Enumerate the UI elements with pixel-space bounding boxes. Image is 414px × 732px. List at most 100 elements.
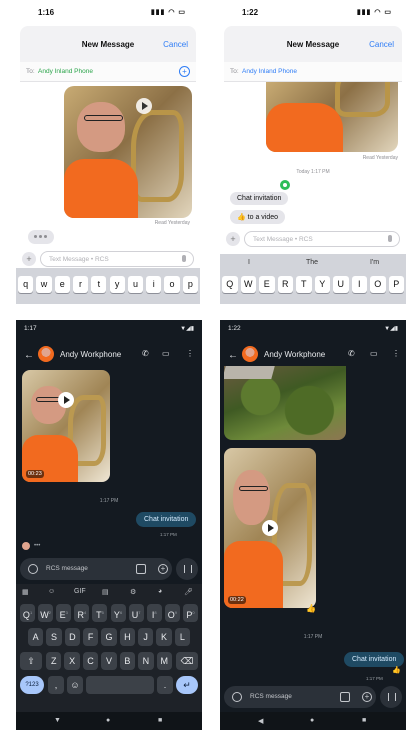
comma-key[interactable]: , bbox=[48, 676, 64, 694]
key-x[interactable]: X bbox=[64, 652, 80, 670]
add-attachment-icon[interactable]: + bbox=[158, 564, 168, 574]
key-v[interactable]: V bbox=[101, 652, 117, 670]
more-options-icon[interactable]: ⋮ bbox=[392, 349, 400, 358]
key-t[interactable]: T bbox=[296, 276, 312, 293]
key-u[interactable]: u bbox=[127, 276, 144, 293]
video-thumbnail[interactable]: 00:22 bbox=[224, 448, 316, 608]
key-o[interactable]: O9 bbox=[164, 604, 180, 622]
more-options-icon[interactable]: ⋮ bbox=[186, 349, 194, 358]
nav-home-icon[interactable]: ● bbox=[310, 717, 314, 724]
key-p[interactable]: p bbox=[182, 276, 198, 293]
key-c[interactable]: C bbox=[82, 652, 99, 670]
nav-back-icon[interactable]: ◀ bbox=[258, 717, 263, 725]
video-call-icon[interactable]: ▭ bbox=[162, 349, 170, 358]
key-i[interactable]: I8 bbox=[146, 604, 162, 622]
key-m[interactable]: M bbox=[156, 652, 172, 670]
key-r[interactable]: r bbox=[72, 276, 89, 293]
play-icon[interactable] bbox=[58, 392, 74, 408]
key-t[interactable]: T5 bbox=[92, 604, 108, 622]
key-h[interactable]: H bbox=[119, 628, 135, 646]
gif-button[interactable]: GIF bbox=[74, 588, 86, 595]
emoji-key[interactable]: ☺ bbox=[67, 676, 83, 694]
key-w[interactable]: W bbox=[240, 276, 256, 293]
key-q[interactable]: Q bbox=[222, 276, 238, 293]
key-a[interactable]: A bbox=[28, 628, 44, 646]
backspace-key[interactable]: ⌫ bbox=[176, 652, 198, 670]
cancel-button[interactable]: Cancel bbox=[163, 40, 188, 49]
chat-invitation-bubble[interactable]: Chat invitation bbox=[230, 192, 289, 205]
numbers-key[interactable]: ?123 bbox=[20, 676, 44, 694]
plus-icon[interactable]: + bbox=[22, 252, 36, 266]
chat-invitation-bubble[interactable]: Chat invitation bbox=[344, 652, 405, 667]
key-p[interactable]: P0 bbox=[182, 604, 198, 622]
plus-icon[interactable]: + bbox=[226, 232, 240, 246]
suggestion-3[interactable]: I'm bbox=[370, 259, 379, 266]
nav-recents-icon[interactable]: ■ bbox=[362, 717, 366, 724]
key-p[interactable]: P bbox=[388, 276, 404, 293]
gallery-icon[interactable] bbox=[136, 564, 146, 574]
key-w[interactable]: w bbox=[36, 276, 52, 293]
key-q[interactable]: q bbox=[18, 276, 34, 293]
apps-grid-icon[interactable]: ▦ bbox=[22, 588, 29, 596]
key-r[interactable]: R bbox=[277, 276, 293, 293]
key-i[interactable]: i bbox=[146, 276, 162, 293]
key-i[interactable]: I bbox=[351, 276, 367, 293]
key-k[interactable]: K bbox=[156, 628, 172, 646]
key-e[interactable]: E bbox=[259, 276, 275, 293]
space-key[interactable] bbox=[86, 676, 154, 694]
key-n[interactable]: N bbox=[138, 652, 154, 670]
nav-home-icon[interactable]: ● bbox=[106, 717, 110, 724]
key-y[interactable]: Y6 bbox=[110, 604, 126, 622]
message-input[interactable]: RCS message bbox=[20, 558, 172, 580]
shift-key[interactable]: ⇧ bbox=[20, 652, 42, 670]
key-q[interactable]: Q1 bbox=[20, 604, 36, 622]
voice-message-button[interactable] bbox=[380, 686, 402, 708]
photo-thumbnail[interactable] bbox=[224, 366, 346, 440]
add-contact-icon[interactable]: + bbox=[179, 66, 190, 77]
palette-icon[interactable]: ◕ bbox=[158, 588, 162, 595]
emoji-icon[interactable] bbox=[28, 564, 38, 574]
key-l[interactable]: L bbox=[174, 628, 190, 646]
phone-icon[interactable]: ✆ bbox=[348, 349, 355, 358]
video-call-icon[interactable]: ▭ bbox=[370, 349, 378, 358]
video-thumbnail[interactable] bbox=[64, 86, 192, 218]
back-arrow-icon[interactable]: ← bbox=[24, 350, 34, 361]
key-w[interactable]: W2 bbox=[38, 604, 54, 622]
key-g[interactable]: G bbox=[101, 628, 117, 646]
cancel-button[interactable]: Cancel bbox=[369, 40, 394, 49]
chat-invitation-bubble[interactable]: Chat invitation bbox=[136, 512, 197, 527]
key-y[interactable]: Y bbox=[314, 276, 330, 293]
contact-name[interactable]: Andy Workphone bbox=[60, 350, 121, 359]
back-arrow-icon[interactable]: ← bbox=[228, 350, 238, 361]
sticker-icon[interactable]: ☺ bbox=[48, 588, 55, 595]
key-y[interactable]: y bbox=[109, 276, 125, 293]
message-input[interactable]: Text Message • RCS bbox=[244, 231, 400, 247]
key-j[interactable]: J bbox=[138, 628, 154, 646]
contact-avatar[interactable] bbox=[242, 346, 258, 362]
period-key[interactable]: . bbox=[157, 676, 173, 694]
nav-recents-icon[interactable]: ■ bbox=[158, 717, 162, 724]
message-input[interactable]: RCS message bbox=[224, 686, 376, 708]
contact-avatar[interactable] bbox=[38, 346, 54, 362]
clipboard-icon[interactable]: ▤ bbox=[102, 588, 109, 596]
suggestion-1[interactable]: I bbox=[248, 259, 250, 266]
key-b[interactable]: B bbox=[119, 652, 136, 670]
to-field[interactable]: To: Andy Inland Phone bbox=[224, 62, 402, 82]
contact-name[interactable]: Andy Workphone bbox=[264, 350, 325, 359]
to-field[interactable]: To: Andy Inland Phone + bbox=[20, 62, 196, 82]
key-e[interactable]: e bbox=[54, 276, 70, 293]
add-attachment-icon[interactable]: + bbox=[362, 692, 372, 702]
key-z[interactable]: Z bbox=[46, 652, 62, 670]
key-o[interactable]: O bbox=[370, 276, 386, 293]
reaction-bubble[interactable]: 👍 to a video bbox=[230, 210, 286, 224]
mic-icon[interactable] bbox=[388, 235, 392, 242]
play-icon[interactable] bbox=[136, 98, 152, 114]
recipient-chip[interactable]: Andy Inland Phone bbox=[242, 68, 297, 75]
key-r[interactable]: R4 bbox=[74, 604, 90, 622]
phone-icon[interactable]: ✆ bbox=[142, 349, 149, 358]
key-s[interactable]: S bbox=[46, 628, 62, 646]
mic-icon[interactable]: 🎤︎ bbox=[184, 588, 193, 596]
key-e[interactable]: E3 bbox=[56, 604, 72, 622]
key-d[interactable]: D bbox=[64, 628, 80, 646]
key-u[interactable]: U7 bbox=[128, 604, 144, 622]
